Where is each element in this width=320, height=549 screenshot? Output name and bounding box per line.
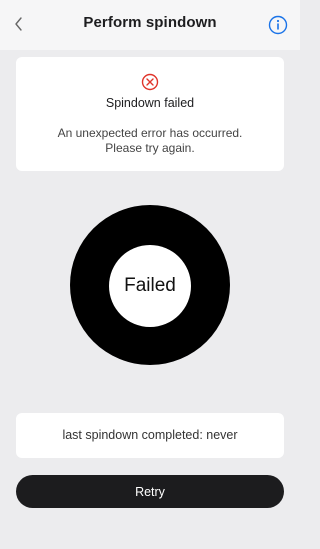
error-message-line-2: Please try again.: [105, 141, 195, 155]
gauge-status-label: Failed: [124, 275, 176, 296]
error-message-line-1: An unexpected error has occurred.: [57, 126, 243, 140]
info-icon: [268, 15, 288, 35]
retry-button[interactable]: Retry: [16, 475, 284, 508]
page-title: Perform spindown: [83, 14, 217, 31]
error-title: Spindown failed: [105, 96, 195, 110]
last-spindown-text: last spindown completed: never: [62, 428, 238, 442]
info-button[interactable]: [268, 15, 288, 35]
spindown-gauge-center: Failed: [109, 245, 191, 327]
top-app-bar: Perform spindown: [0, 0, 300, 50]
error-circle-x-icon: [141, 73, 159, 91]
error-message: An unexpected error has occurred. Please…: [0, 126, 300, 156]
